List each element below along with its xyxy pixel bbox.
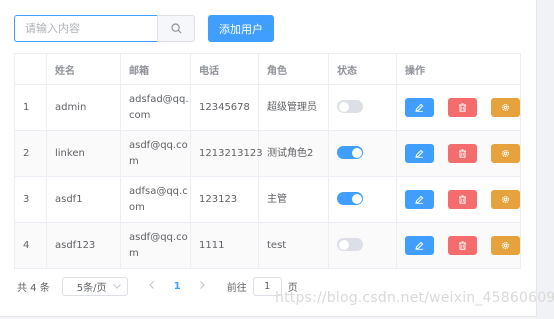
header-index xyxy=(14,53,47,85)
cell-phone: 1213213123 xyxy=(190,130,263,177)
switch-knob xyxy=(351,193,362,204)
page-size-value: 5条/页 xyxy=(76,282,107,294)
cell-index: 2 xyxy=(14,130,47,177)
cell-status xyxy=(328,176,397,223)
cell-role: 主管 xyxy=(258,176,329,223)
user-list-card: 添加用户 姓名 邮箱 电话 角色 状态 操作 1adminadsfad@qq.c… xyxy=(0,0,537,317)
delete-button[interactable] xyxy=(448,236,477,255)
edit-button[interactable] xyxy=(405,98,434,117)
cell-phone: 12345678 xyxy=(190,84,259,131)
cell-phone: 123123 xyxy=(190,176,259,223)
cell-phone: 1111 xyxy=(190,222,259,269)
setting-button[interactable] xyxy=(491,98,520,117)
table-row: 1 admin adsfad@qq.com 12345678 超级管理员 xyxy=(14,84,521,131)
add-user-button[interactable]: 添加用户 xyxy=(208,15,274,42)
cell-index: 4 xyxy=(14,222,47,269)
table-row: 3 asdf1 adfsa@qq.com 123123 主管 xyxy=(14,176,521,223)
edit-icon xyxy=(415,103,424,112)
edit-button[interactable] xyxy=(405,236,434,255)
search-input[interactable] xyxy=(14,15,157,42)
cell-email: adfsa@qq.com xyxy=(120,176,191,223)
pagination: 共 4 条 5条/页 1 前往 页 xyxy=(17,276,298,296)
setting-icon xyxy=(501,241,510,250)
delete-button[interactable] xyxy=(448,144,477,163)
cell-name: asdf123 xyxy=(46,222,121,269)
cell-status xyxy=(328,222,397,269)
status-switch[interactable] xyxy=(337,238,363,251)
delete-icon xyxy=(458,195,467,204)
pagination-total: 共 4 条 xyxy=(17,282,50,294)
page-size-select[interactable]: 5条/页 xyxy=(61,276,128,296)
cell-actions xyxy=(396,222,521,269)
cell-status xyxy=(328,84,397,131)
edit-button[interactable] xyxy=(405,190,434,209)
status-switch[interactable] xyxy=(337,192,363,205)
table-row: 2 linken asdf@qq.com 1213213123 测试角色2 xyxy=(14,130,521,177)
delete-button[interactable] xyxy=(448,98,477,117)
switch-knob xyxy=(338,239,349,250)
delete-icon xyxy=(458,241,467,250)
chevron-left-icon xyxy=(149,280,155,289)
edit-icon xyxy=(415,149,424,158)
cell-role: 超级管理员 xyxy=(258,84,329,131)
cell-actions xyxy=(396,84,521,131)
cell-status xyxy=(328,130,397,177)
header-actions: 操作 xyxy=(396,53,521,85)
cell-index: 1 xyxy=(14,84,47,131)
row-actions xyxy=(405,236,520,255)
header-status: 状态 xyxy=(328,53,397,85)
header-phone: 电话 xyxy=(190,53,259,85)
header-role: 角色 xyxy=(258,53,329,85)
setting-button[interactable] xyxy=(491,236,520,255)
cell-email: asdf@qq.com xyxy=(120,222,191,269)
switch-knob xyxy=(338,101,349,112)
next-page-button[interactable] xyxy=(193,280,213,292)
header-name: 姓名 xyxy=(46,53,121,85)
cell-name: asdf1 xyxy=(46,176,121,223)
delete-button[interactable] xyxy=(448,190,477,209)
cell-actions xyxy=(396,130,521,177)
row-actions xyxy=(405,98,520,117)
cell-index: 3 xyxy=(14,176,47,223)
table-row: 4 asdf123 asdf@qq.com 1111 test xyxy=(14,222,521,269)
setting-icon xyxy=(501,149,510,158)
setting-icon xyxy=(501,195,510,204)
search-group xyxy=(14,15,195,42)
user-table: 姓名 邮箱 电话 角色 状态 操作 1 admin adsfad@qq.com 123… xyxy=(14,53,521,269)
setting-icon xyxy=(501,103,510,112)
chevron-right-icon xyxy=(200,280,205,289)
table-header-row: 姓名 邮箱 电话 角色 状态 操作 xyxy=(14,53,521,85)
cell-name: admin xyxy=(46,84,121,131)
row-actions xyxy=(405,190,520,209)
cell-role: 测试角色2 xyxy=(258,130,329,177)
chevron-down-icon xyxy=(112,283,121,289)
edit-icon xyxy=(415,195,424,204)
switch-knob xyxy=(351,147,362,158)
status-switch[interactable] xyxy=(337,146,363,159)
cell-name: linken xyxy=(46,130,121,177)
cell-email: adsfad@qq.com xyxy=(120,84,191,131)
cell-actions xyxy=(396,176,521,223)
setting-button[interactable] xyxy=(491,190,520,209)
header-email: 邮箱 xyxy=(120,53,191,85)
cell-email: asdf@qq.com xyxy=(120,130,191,177)
setting-button[interactable] xyxy=(491,144,520,163)
row-actions xyxy=(405,144,520,163)
edit-button[interactable] xyxy=(405,144,434,163)
page-number-current[interactable]: 1 xyxy=(174,281,181,292)
edit-icon xyxy=(415,241,424,250)
cell-role: test xyxy=(258,222,329,269)
prev-page-button[interactable] xyxy=(142,280,162,292)
search-button[interactable] xyxy=(157,15,195,42)
search-icon xyxy=(170,23,181,34)
status-switch[interactable] xyxy=(337,100,363,113)
delete-icon xyxy=(458,149,467,158)
goto-label: 前往 xyxy=(226,282,247,294)
delete-icon xyxy=(458,103,467,112)
watermark-text: https://blog.csdn.net/weixin_45860609 xyxy=(275,290,554,306)
